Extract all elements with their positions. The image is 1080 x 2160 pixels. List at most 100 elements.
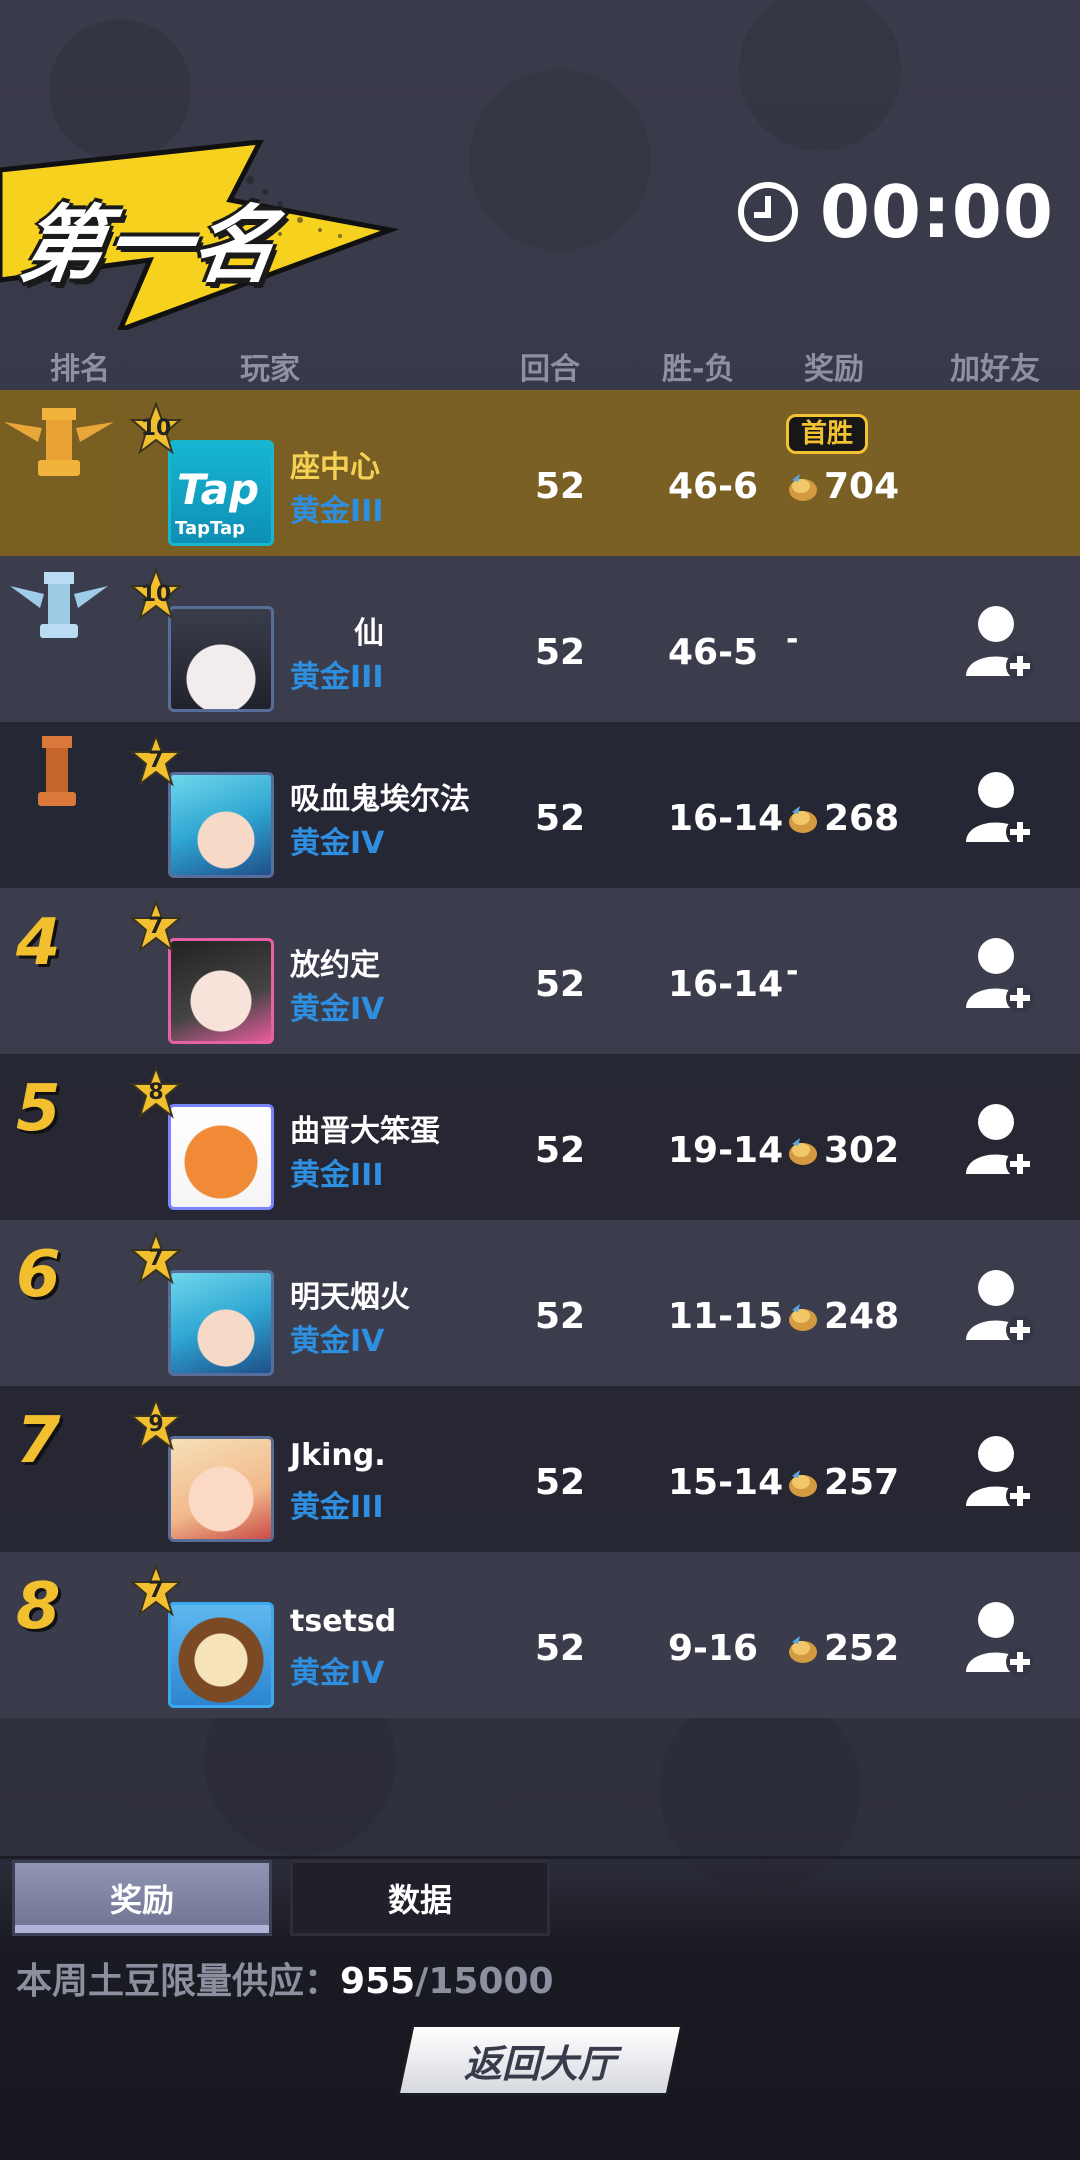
- reward: 268: [786, 798, 899, 839]
- table-row: Tap TapTap 10 座中心 黄金III 52 46-6 首胜 704: [0, 390, 1080, 556]
- level-value: 8: [148, 1080, 164, 1105]
- header-winloss: 胜-负: [662, 352, 735, 387]
- rank-number: 4: [16, 906, 61, 980]
- winloss-value: 16-14: [668, 798, 784, 839]
- potato-coin-icon: [789, 1303, 817, 1331]
- level-badge: 7: [128, 734, 184, 790]
- gold-rook-icon: [4, 408, 114, 476]
- player-tier: 黄金III: [290, 1490, 384, 1525]
- level-badge: 10: [128, 402, 184, 458]
- level-value: 7: [148, 914, 164, 939]
- reward: 248: [786, 1296, 899, 1337]
- player-name: 座中心: [290, 450, 380, 485]
- table-row: 7 9 Jking. 黄金III 52 15-14 257: [0, 1386, 1080, 1552]
- player-tier: 黄金III: [290, 1158, 384, 1193]
- reward: 704: [786, 466, 899, 507]
- level-value: 10: [140, 582, 172, 607]
- player-name: 吸血鬼埃尔法: [290, 782, 470, 817]
- supply-current: 955: [340, 1961, 416, 2002]
- winloss-value: 19-14: [668, 1130, 784, 1171]
- table-row: 10 仙 黄金III 52 46-5 -: [0, 556, 1080, 722]
- potato-coin-icon: [789, 1137, 817, 1165]
- level-badge: 8: [128, 1066, 184, 1122]
- add-friend-icon[interactable]: [966, 936, 1036, 1016]
- timer: 00:00: [737, 170, 1054, 254]
- table-row: 7 吸血鬼埃尔法 黄金IV 52 16-14 268: [0, 722, 1080, 888]
- add-friend-icon[interactable]: [966, 1268, 1036, 1348]
- table-row: 6 7 明天烟火 黄金IV 52 11-15 248: [0, 1220, 1080, 1386]
- avatar-container: 7: [128, 900, 288, 1050]
- potato-coin-icon: [789, 1469, 817, 1497]
- avatar-container: 8: [128, 1066, 288, 1216]
- banner-title: 第一名: [14, 196, 286, 294]
- supply-label: 本周土豆限量供应：: [16, 1961, 341, 2002]
- player-name: 曲晋大笨蛋: [290, 1114, 440, 1149]
- add-friend-icon[interactable]: [966, 1102, 1036, 1182]
- clock-icon: [737, 182, 798, 242]
- add-friend-icon[interactable]: [966, 1434, 1036, 1514]
- first-win-badge: 首胜: [786, 414, 869, 454]
- player-name: Jking.: [290, 1438, 386, 1473]
- potato-coin-icon: [789, 805, 817, 833]
- player-name: 明天烟火: [290, 1280, 410, 1315]
- bronze-rook-icon: [38, 736, 76, 806]
- avatar-container: 7: [128, 1564, 288, 1714]
- header-player: 玩家: [240, 352, 300, 387]
- player-tier: 黄金III: [290, 494, 384, 529]
- player-tier: 黄金IV: [290, 1324, 385, 1359]
- rounds-value: 52: [534, 798, 586, 839]
- reward: 257: [786, 1462, 899, 1503]
- level-value: 9: [148, 1412, 164, 1437]
- rounds-value: 52: [534, 1130, 586, 1171]
- avatar-container: 9: [128, 1398, 288, 1548]
- reward-value: 248: [824, 1296, 900, 1337]
- level-value: 7: [148, 1246, 164, 1271]
- player-tier: 黄金III: [290, 660, 384, 695]
- add-friend-icon[interactable]: [966, 604, 1036, 684]
- avatar-container: 7: [128, 1232, 288, 1382]
- reward: 252: [786, 1628, 899, 1669]
- rounds-value: 52: [534, 1462, 586, 1503]
- winloss-value: 46-5: [668, 632, 759, 673]
- tab-data[interactable]: 数据: [290, 1860, 550, 1936]
- avatar-container: Tap TapTap 10: [128, 402, 288, 552]
- header-add-friend: 加好友: [950, 352, 1040, 387]
- player-name: 仙: [354, 616, 384, 651]
- reward-value: 704: [824, 466, 900, 507]
- reward-value: 257: [824, 1462, 900, 1503]
- rounds-value: 52: [534, 964, 586, 1005]
- rank-number: 5: [16, 1072, 61, 1146]
- header-rounds: 回合: [520, 352, 580, 387]
- supply-total: /15000: [415, 1961, 554, 2002]
- potato-coin-icon: [789, 1635, 817, 1663]
- reward-value: -: [786, 954, 799, 989]
- level-value: 7: [148, 748, 164, 773]
- level-badge: 7: [128, 1564, 184, 1620]
- return-lobby-label: 返回大厅: [463, 2041, 616, 2086]
- level-badge: 7: [128, 1232, 184, 1288]
- tab-reward[interactable]: 奖励: [12, 1860, 272, 1936]
- add-friend-icon[interactable]: [966, 1600, 1036, 1680]
- winloss-value: 16-14: [668, 964, 784, 1005]
- reward: 302: [786, 1130, 899, 1171]
- rank-number: 7: [16, 1404, 61, 1478]
- potato-coin-icon: [789, 473, 817, 501]
- rounds-value: 52: [534, 632, 586, 673]
- level-badge: 7: [128, 900, 184, 956]
- rank-number: 8: [16, 1570, 61, 1644]
- reward-value: 252: [824, 1628, 900, 1669]
- header-reward: 奖励: [804, 352, 864, 387]
- reward-value: 302: [824, 1130, 900, 1171]
- player-tier: 黄金IV: [290, 1656, 385, 1691]
- player-name: tsetsd: [290, 1604, 397, 1639]
- table-row: 4 7 放约定 黄金IV 52 16-14 -: [0, 888, 1080, 1054]
- rounds-value: 52: [534, 1628, 586, 1669]
- winloss-value: 15-14: [668, 1462, 784, 1503]
- avatar-container: 10: [128, 568, 288, 718]
- add-friend-icon[interactable]: [966, 770, 1036, 850]
- player-name: 放约定: [290, 948, 380, 983]
- return-lobby-button[interactable]: 返回大厅: [396, 2024, 684, 2096]
- rounds-value: 52: [534, 466, 586, 507]
- avatar-container: 7: [128, 734, 288, 884]
- header-rank: 排名: [50, 352, 110, 387]
